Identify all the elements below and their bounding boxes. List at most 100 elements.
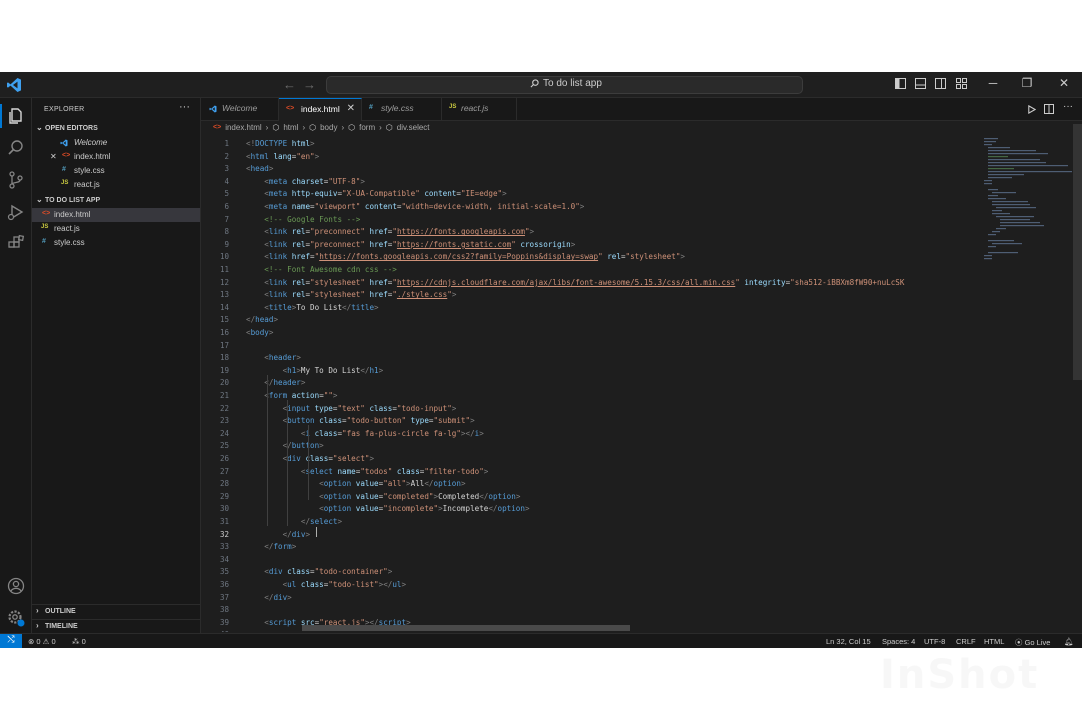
tab-label: index.html [301, 104, 340, 114]
problems-indicator[interactable]: ⊗ 0 ⚠ 0 [28, 637, 56, 646]
code-token: value [351, 479, 379, 489]
open-editors-section[interactable]: ⌄ OPEN EDITORS [32, 122, 200, 136]
breadcrumb-item[interactable]: index.html [225, 123, 261, 132]
close-window-icon[interactable]: ✕ [1056, 76, 1072, 90]
toggle-panel-icon[interactable] [915, 78, 926, 89]
code-token: href [287, 252, 311, 262]
chevron-right-icon: › [36, 606, 39, 615]
account-icon[interactable] [6, 576, 26, 596]
code-token: </ [479, 491, 489, 501]
breadcrumb-item[interactable]: form [359, 123, 375, 132]
line-number: 20 [219, 378, 229, 388]
chevron-right-icon: › [379, 123, 382, 132]
extensions-icon[interactable] [6, 233, 26, 253]
toggle-primary-sidebar-icon[interactable] [895, 78, 906, 89]
eol-setting[interactable]: CRLF [956, 637, 976, 646]
code-token: > [319, 441, 324, 451]
line-number: 34 [219, 554, 229, 564]
remote-indicator-icon[interactable]: ⤭ [0, 634, 22, 648]
line-number: 6 [224, 202, 229, 211]
chevron-right-icon: › [341, 123, 345, 132]
indentation-setting[interactable]: Spaces: 4 [882, 637, 915, 646]
code-line: <head> [246, 164, 273, 173]
indent-guide [287, 400, 288, 526]
line-number: 8 [224, 227, 229, 237]
customize-layout-icon[interactable] [956, 78, 967, 89]
code-token: "en" [296, 151, 315, 161]
toggle-secondary-sidebar-icon[interactable] [935, 78, 946, 89]
file-style-css[interactable]: # style.css [32, 236, 200, 250]
code-line: </form> [246, 542, 296, 551]
line-number: 39 [219, 617, 229, 627]
code-line: </select> [246, 517, 342, 526]
indent-guide [267, 375, 268, 526]
line-number: 22 [219, 403, 229, 413]
search-icon[interactable] [6, 138, 26, 158]
file-react-js[interactable]: JS react.js [32, 222, 200, 236]
code-token: link [268, 227, 288, 237]
manage-gear-icon[interactable] [6, 608, 26, 628]
project-folder-section[interactable]: ⌄ TO DO LIST APP [32, 194, 200, 208]
language-mode[interactable]: HTML [984, 637, 1004, 646]
restore-icon[interactable]: ❐ [1019, 76, 1035, 90]
code-token: ul [287, 580, 297, 589]
outline-section[interactable]: › OUTLINE [32, 604, 200, 619]
code-editor[interactable]: 1 2 3 4 5 6 7 8 9 10 11 12 13 14 15 16 17 18 19 20 21 22 23 24 2… [201, 136, 977, 632]
explorer-icon[interactable] [6, 106, 26, 126]
open-editor-react-js[interactable]: JS react.js [32, 178, 200, 192]
breadcrumb-item[interactable]: body [320, 123, 337, 132]
run-debug-icon[interactable] [6, 202, 26, 222]
ports-count: 0 [81, 637, 86, 646]
code-line: <i class="fas fa-plus-circle fa-lg"></i> [246, 429, 484, 438]
code-line: </div> [246, 530, 310, 539]
code-token: action [287, 391, 320, 400]
code-token: option [323, 504, 352, 514]
file-index-html[interactable]: <> index.html [32, 208, 200, 222]
tab-index-html[interactable]: <> index.html ✕ [279, 98, 362, 121]
tab-react-js[interactable]: JS react.js [442, 98, 517, 120]
code-token: > [570, 239, 576, 249]
code-token: button [291, 441, 320, 451]
ports-indicator[interactable]: ⁂ 0 [72, 637, 86, 646]
code-token: "viewport" [314, 202, 361, 211]
close-tab-icon[interactable]: ✕ [347, 103, 355, 114]
open-editor-welcome[interactable]: Welcome [32, 136, 200, 150]
arrow-right-icon[interactable]: → [303, 77, 316, 92]
vertical-scrollbar[interactable] [1073, 124, 1082, 380]
tab-welcome[interactable]: Welcome [201, 98, 279, 120]
close-icon[interactable]: ✕ [50, 152, 57, 161]
minimap[interactable] [978, 136, 1073, 632]
more-actions-icon[interactable]: ··· [179, 101, 190, 113]
cursor-position[interactable]: Ln 32, Col 15 [826, 637, 871, 646]
breadcrumb-item[interactable]: html [283, 123, 298, 132]
minimize-icon[interactable]: ─ [985, 76, 1001, 90]
horizontal-scrollbar[interactable] [302, 625, 630, 631]
chevron-right-icon: › [265, 123, 269, 132]
source-control-icon[interactable] [6, 170, 26, 190]
notifications-bell-icon[interactable]: 🔔︎ [1064, 637, 1074, 646]
encoding-setting[interactable]: UTF-8 [924, 637, 945, 646]
line-number: 30 [219, 504, 229, 514]
breadcrumb-item[interactable]: div.select [397, 123, 430, 132]
code-token: All [410, 479, 425, 489]
more-actions-icon[interactable]: ··· [1063, 101, 1073, 112]
code-token: link [268, 239, 288, 249]
code-token: > [524, 504, 530, 514]
code-token: meta [268, 189, 288, 199]
code-token: ./style.css [396, 290, 448, 300]
split-editor-icon[interactable] [1044, 104, 1054, 114]
open-editor-style-css[interactable]: # style.css [32, 164, 200, 178]
css-file-icon: # [42, 238, 46, 245]
arrow-left-icon[interactable]: ← [283, 77, 296, 92]
timeline-section[interactable]: › TIMELINE [32, 619, 200, 634]
command-center-search[interactable]: To do list app [326, 76, 803, 94]
run-icon[interactable] [1027, 105, 1036, 114]
open-editor-index-html[interactable]: ✕ <> index.html [32, 150, 200, 164]
tab-style-css[interactable]: # style.css [362, 98, 442, 120]
code-token: href [364, 290, 388, 300]
go-live-button[interactable]: ⦿ Go Live [1015, 637, 1050, 648]
